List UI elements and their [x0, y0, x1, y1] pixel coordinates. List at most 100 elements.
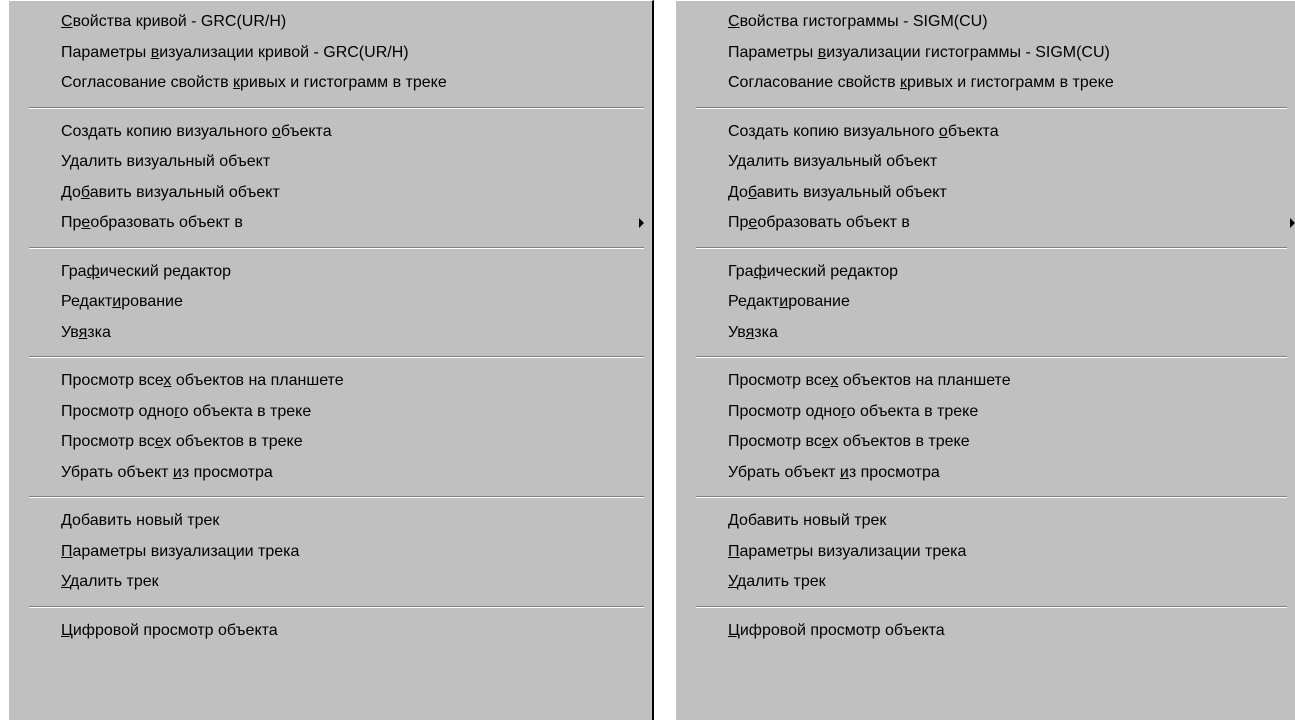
- menu-item-label-suffix: алить визуальный объект: [79, 153, 271, 170]
- menu-item-преобразовать-объект-в[interactable]: Преобразовать объект в: [676, 208, 1295, 239]
- menu-item-просмотр-всех-объектов-на-планшете[interactable]: Просмотр всех объектов на планшете: [676, 366, 1295, 397]
- menu-item-label-suffix: войства гистограммы - SIGM(CU): [739, 13, 988, 30]
- menu-item-убрать-объект-из-просмотра[interactable]: Убрать объект из просмотра: [676, 458, 1295, 489]
- menu-item-accelerator-key: д: [736, 153, 747, 170]
- menu-item-свойства-кривой-grc-ur-h[interactable]: Свойства кривой - GRC(UR/H): [9, 1, 652, 38]
- menu-item-убрать-объект-из-просмотра[interactable]: Убрать объект из просмотра: [9, 458, 652, 489]
- menu-item-accelerator-key: У: [728, 573, 737, 590]
- menu-item-label-prefix: Просмотр все: [61, 372, 164, 389]
- menu-item-графический-редактор[interactable]: Графический редактор: [676, 257, 1295, 288]
- menu-item-label-prefix: До: [61, 183, 81, 201]
- menu-item-просмотр-одного-объекта-в-треке[interactable]: Просмотр одного объекта в треке: [676, 397, 1295, 428]
- menu-item-согласование-свойств-кривых-и-гистограмм[interactable]: Согласование свойств кривых и гистограмм…: [9, 68, 652, 99]
- menu-item-label-suffix: зка: [754, 323, 778, 341]
- menu-item-добавить-визуальный-объект[interactable]: Добавить визуальный объект: [676, 178, 1295, 209]
- menu-item-accelerator-key: У: [61, 573, 70, 590]
- menu-item-accelerator-key: в: [817, 43, 827, 61]
- menu-separator: [696, 106, 1287, 109]
- menu-item-label-prefix: Согласование свойств: [728, 74, 901, 91]
- menu-item-label-prefix: Редакт: [728, 293, 780, 310]
- menu-item-label-suffix: ический редактор: [766, 262, 899, 280]
- menu-item-просмотр-одного-объекта-в-треке[interactable]: Просмотр одного объекта в треке: [9, 397, 652, 428]
- menu-item-label-prefix: Создать копию визуального: [728, 122, 939, 140]
- menu-item-параметры-визуализации-гистограммы-sigm-[interactable]: Параметры визуализации гистограммы - SIG…: [676, 38, 1295, 69]
- menu-separator: [29, 605, 644, 608]
- menu-item-параметры-визуализации-трека[interactable]: Параметры визуализации трека: [676, 537, 1295, 568]
- menu-item-accelerator-key: в: [150, 43, 160, 61]
- submenu-arrow-icon: [639, 218, 644, 229]
- menu-item-label-prefix: Просмотр все: [728, 372, 831, 389]
- menu-separator: [29, 356, 644, 358]
- menu-item-accelerator-key: и: [839, 463, 849, 481]
- menu-item-цифровой-просмотр-объекта[interactable]: Цифровой просмотр объекта: [9, 616, 652, 647]
- menu-item-accelerator-key: о: [938, 122, 948, 140]
- menu-item-удалить-визуальный-объект[interactable]: Удалить визуальный объект: [9, 147, 652, 178]
- menu-item-label-suffix: войства кривой - GRC(UR/H): [72, 13, 287, 30]
- menu-item-accelerator-key: и: [112, 293, 122, 310]
- menu-item-увязка[interactable]: Увязка: [676, 318, 1295, 349]
- menu-item-accelerator-key: Д: [728, 512, 740, 529]
- menu-item-удалить-трек[interactable]: Удалить трек: [676, 567, 1295, 598]
- menu-item-удалить-визуальный-объект[interactable]: Удалить визуальный объект: [676, 147, 1295, 178]
- menu-item-label-suffix: зка: [87, 323, 111, 341]
- menu-item-добавить-новый-трек[interactable]: Добавить новый трек: [676, 506, 1295, 537]
- menu-item-удалить-трек[interactable]: Удалить трек: [9, 567, 652, 598]
- menu-item-просмотр-всех-объектов-в-треке[interactable]: Просмотр всех объектов в треке: [9, 427, 652, 458]
- menu-item-label-suffix: рование: [121, 293, 183, 310]
- menu-item-label-suffix: х объектов в треке: [163, 433, 303, 450]
- menu-item-label-prefix: Пр: [728, 214, 749, 231]
- menu-item-label-prefix: Просмотр одно: [61, 402, 175, 420]
- menu-item-label-suffix: образовать объект в: [757, 214, 910, 231]
- menu-item-создать-копию-визуального-объекта[interactable]: Создать копию визуального объекта: [9, 117, 652, 148]
- menu-item-accelerator-key: я: [78, 323, 88, 341]
- menu-item-accelerator-key: б: [747, 183, 757, 201]
- menu-item-label-suffix: далить трек: [736, 573, 826, 590]
- menu-item-параметры-визуализации-кривой-grc-ur-h[interactable]: Параметры визуализации кривой - GRC(UR/H…: [9, 38, 652, 69]
- menu-item-редактирование[interactable]: Редактирование: [676, 287, 1295, 318]
- menu-item-accelerator-key: к: [233, 74, 241, 91]
- menu-item-accelerator-key: П: [61, 542, 73, 560]
- menu-item-преобразовать-объект-в[interactable]: Преобразовать объект в: [9, 208, 652, 239]
- menu-item-label-prefix: Просмотр вс: [61, 433, 155, 450]
- menu-item-label-prefix: Согласование свойств: [61, 74, 234, 91]
- menu-item-увязка[interactable]: Увязка: [9, 318, 652, 349]
- menu-item-label-suffix: объектов на планшете: [838, 372, 1011, 389]
- menu-item-label-prefix: Пр: [61, 214, 82, 231]
- menu-item-параметры-визуализации-трека[interactable]: Параметры визуализации трека: [9, 537, 652, 568]
- menu-separator: [29, 246, 644, 249]
- menu-item-accelerator-key: Д: [61, 512, 73, 529]
- menu-item-label-prefix: Просмотр вс: [728, 433, 822, 450]
- menu-item-label-prefix: Редакт: [61, 293, 113, 310]
- menu-separator: [696, 356, 1287, 358]
- menu-item-label-prefix: У: [728, 153, 737, 170]
- menu-item-label-suffix: о объекта в треке: [179, 402, 312, 420]
- menu-item-просмотр-всех-объектов-на-планшете[interactable]: Просмотр всех объектов на планшете: [9, 366, 652, 397]
- menu-item-label-suffix: далить трек: [69, 573, 159, 590]
- menu-item-label-suffix: ический редактор: [99, 262, 232, 280]
- menu-item-согласование-свойств-кривых-и-гистограмм[interactable]: Согласование свойств кривых и гистограмм…: [676, 68, 1295, 99]
- menu-item-label-suffix: з просмотра: [181, 463, 273, 481]
- menu-item-label-suffix: ривых и гистограмм в треке: [907, 74, 1114, 91]
- menu-item-label-suffix: ифровой просмотр объекта: [72, 621, 278, 639]
- menu-item-accelerator-key: П: [728, 542, 740, 560]
- menu-item-добавить-новый-трек[interactable]: Добавить новый трек: [9, 506, 652, 537]
- menu-item-label-suffix: араметры визуализации трека: [739, 542, 967, 560]
- menu-item-редактирование[interactable]: Редактирование: [9, 287, 652, 318]
- menu-separator: [29, 106, 644, 109]
- menu-item-графический-редактор[interactable]: Графический редактор: [9, 257, 652, 288]
- menu-item-label-suffix: о объекта в треке: [846, 402, 979, 420]
- menu-item-accelerator-key: и: [779, 293, 789, 310]
- menu-item-accelerator-key: б: [80, 183, 90, 201]
- menu-item-свойства-гистограммы-sigm-cu[interactable]: Свойства гистограммы - SIGM(CU): [676, 1, 1295, 38]
- menu-item-label-suffix: ифровой просмотр объекта: [739, 621, 945, 639]
- menu-item-добавить-визуальный-объект[interactable]: Добавить визуальный объект: [9, 178, 652, 209]
- menu-separator: [696, 605, 1287, 608]
- menu-item-accelerator-key: о: [271, 122, 281, 140]
- menu-item-accelerator-key: С: [61, 13, 73, 30]
- menu-item-accelerator-key: и: [172, 463, 182, 481]
- menu-item-цифровой-просмотр-объекта[interactable]: Цифровой просмотр объекта: [676, 616, 1295, 647]
- menu-item-создать-копию-визуального-объекта[interactable]: Создать копию визуального объекта: [676, 117, 1295, 148]
- menu-item-label-suffix: изуализации гистограммы - SIGM(CU): [826, 43, 1110, 61]
- menu-item-просмотр-всех-объектов-в-треке[interactable]: Просмотр всех объектов в треке: [676, 427, 1295, 458]
- menu-item-accelerator-key: к: [900, 74, 908, 91]
